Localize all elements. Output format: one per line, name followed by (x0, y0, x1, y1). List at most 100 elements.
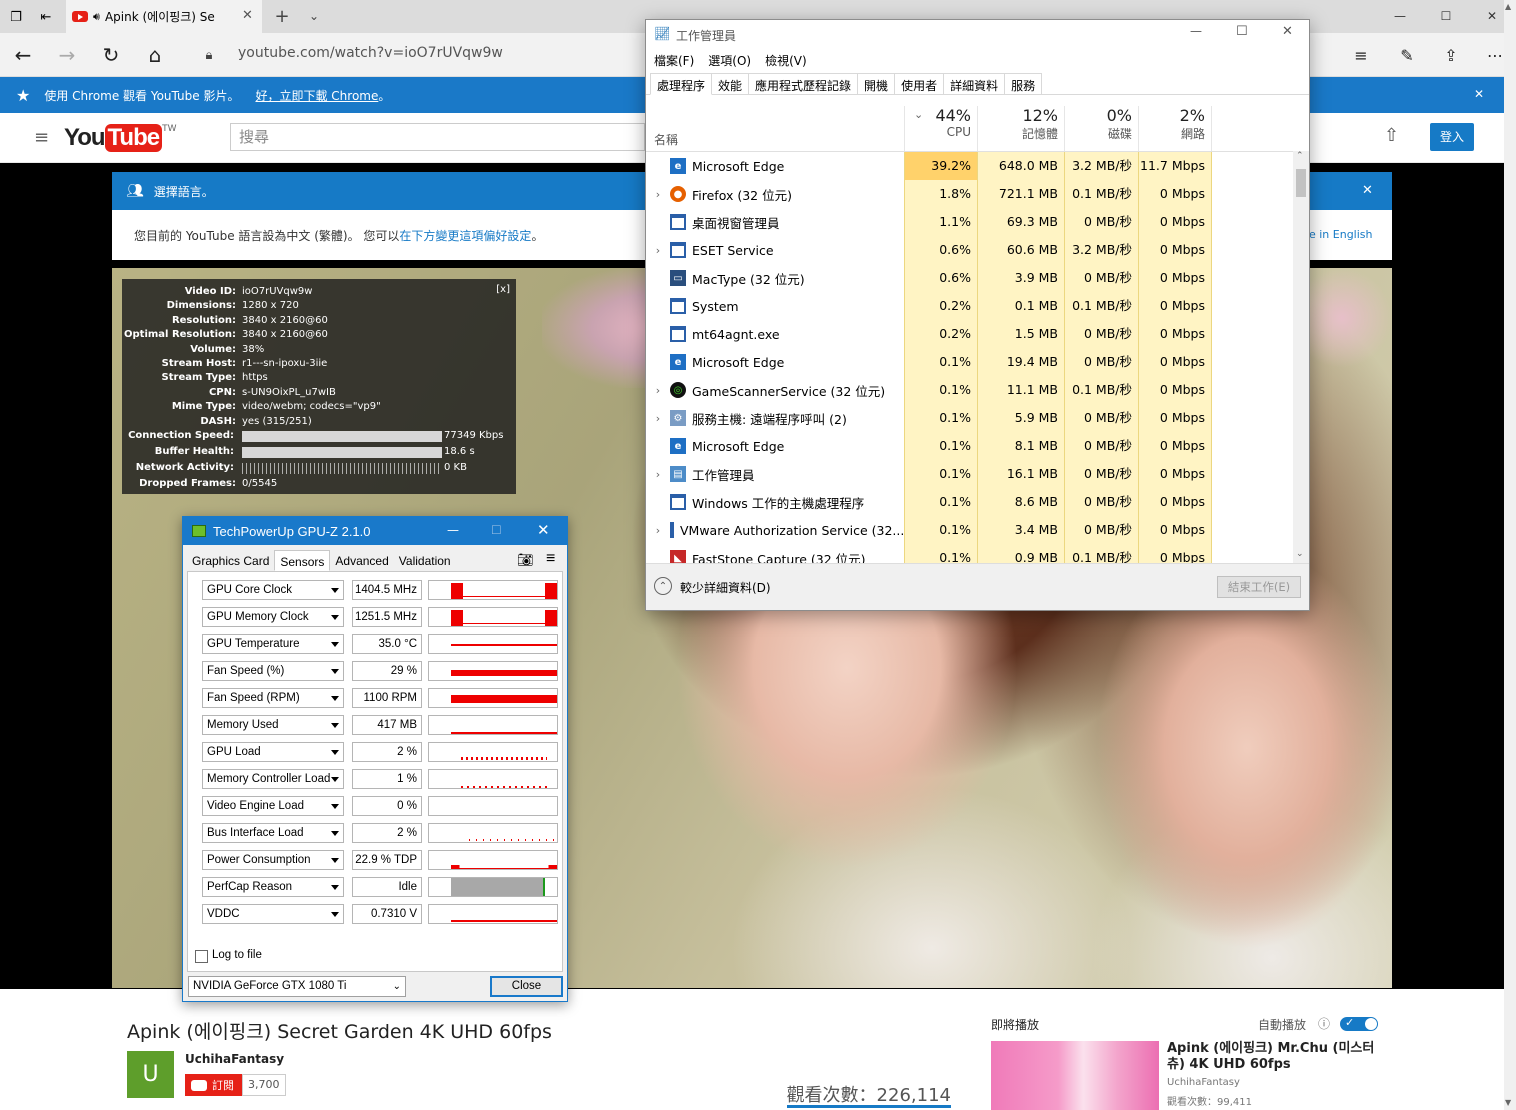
expand-chevron-icon[interactable]: › (646, 188, 670, 201)
tab-app-history[interactable]: 應用程式歷程記錄 (748, 73, 859, 94)
sensor-name-select[interactable]: GPU Temperature (202, 634, 344, 654)
process-row[interactable]: ▭ MacType (32 位元) 0.6% 3.9 MB 0 MB/秒 0 Mbps (646, 264, 1293, 292)
speaker-icon[interactable]: 🔊︎ (93, 10, 100, 24)
process-row[interactable]: e Microsoft Edge 0.1% 19.4 MB 0 MB/秒 0 Mbps (646, 348, 1293, 376)
subscribe-button[interactable]: 訂閱 (185, 1074, 242, 1096)
menu-options[interactable]: 選項(O) (708, 52, 751, 69)
close-window-icon[interactable]: ✕ (1482, 6, 1502, 26)
active-tab[interactable]: 🔊︎ Apink (에이핑크) Se ✕ (66, 0, 262, 33)
tab-services[interactable]: 服務 (1004, 73, 1043, 94)
tm-scroll-down-icon[interactable]: ⌄ (1296, 549, 1304, 559)
network-column-header[interactable]: 2% 網路 (1138, 106, 1212, 151)
gpuz-minimize-icon[interactable]: — (447, 523, 459, 537)
cpu-column-header[interactable]: 44% CPU (904, 106, 977, 151)
new-tab-icon[interactable]: + (272, 6, 292, 27)
sensor-name-select[interactable]: PerfCap Reason (202, 877, 344, 897)
hub-icon[interactable]: ≡ (1346, 40, 1376, 70)
sensor-name-select[interactable]: Memory Used (202, 715, 344, 735)
expand-chevron-icon[interactable]: › (646, 412, 670, 425)
set-aside-tabs-icon[interactable]: ⇤ (36, 7, 56, 27)
sensor-name-select[interactable]: Memory Controller Load (202, 769, 344, 789)
change-language-link[interactable]: 在下方變更這項偏好設定 (399, 227, 531, 244)
sensor-name-select[interactable]: GPU Load (202, 742, 344, 762)
process-row[interactable]: › ⚙ 服務主機: 遠端程序呼叫 (2) 0.1% 5.9 MB 0 MB/秒 0 Mbps (646, 404, 1293, 432)
log-to-file-checkbox[interactable] (195, 950, 208, 963)
share-icon[interactable]: ⇪ (1436, 40, 1466, 70)
sensor-name-select[interactable]: GPU Core Clock (202, 580, 344, 600)
youtube-logo[interactable]: You Tube TW (64, 124, 177, 152)
tm-scroll-up-icon[interactable]: ⌃ (1296, 151, 1304, 161)
sensor-name-select[interactable]: Power Consumption (202, 850, 344, 870)
expand-chevron-icon[interactable]: › (646, 384, 670, 397)
tm-scroll-thumb[interactable] (1296, 169, 1306, 197)
refresh-icon[interactable]: ↻ (96, 40, 126, 70)
close-button[interactable]: Close (490, 976, 563, 997)
expand-chevron-icon[interactable]: › (646, 244, 670, 257)
tm-scrollbar[interactable]: ⌃ ⌄ (1293, 151, 1309, 563)
menu-file[interactable]: 檔案(F) (654, 52, 694, 69)
tab-validation[interactable]: Validation (394, 550, 456, 571)
process-row[interactable]: System 0.2% 0.1 MB 0.1 MB/秒 0 Mbps (646, 292, 1293, 320)
channel-name[interactable]: UchihaFantasy (185, 1052, 284, 1066)
sensor-name-select[interactable]: Fan Speed (%) (202, 661, 344, 681)
home-icon[interactable]: ⌂ (140, 40, 170, 70)
sensor-name-select[interactable]: GPU Memory Clock (202, 607, 344, 627)
gpu-select[interactable]: NVIDIA GeForce GTX 1080 Ti ⌄ (188, 976, 406, 997)
close-stats-button[interactable]: [x] (496, 284, 510, 295)
next-video-thumbnail[interactable] (991, 1041, 1159, 1110)
sensor-name-select[interactable]: Fan Speed (RPM) (202, 688, 344, 708)
gpuz-close-icon[interactable]: ✕ (537, 521, 550, 539)
tab-sensors[interactable]: Sensors (274, 550, 331, 571)
upload-icon[interactable]: ⇧ (1384, 125, 1399, 146)
process-row[interactable]: e Microsoft Edge 0.1% 8.1 MB 0 MB/秒 0 Mbps (646, 432, 1293, 460)
tab-preview-chevron-icon[interactable]: ⌄ (304, 6, 324, 26)
back-icon[interactable]: ← (8, 40, 38, 70)
english-link[interactable]: ge in English (1302, 228, 1373, 241)
signin-button[interactable]: 登入 (1430, 123, 1474, 151)
process-row[interactable]: e Microsoft Edge 39.2% 648.0 MB 3.2 MB/秒 11.7… (646, 152, 1293, 180)
sensor-name-select[interactable]: Bus Interface Load (202, 823, 344, 843)
close-tab-icon[interactable]: ✕ (242, 8, 253, 23)
forward-icon[interactable]: → (52, 40, 82, 70)
process-row[interactable]: Windows 工作的主機處理程序 0.1% 8.6 MB 0 MB/秒 0 Mbps (646, 488, 1293, 516)
page-scrollbar[interactable]: ▲ ▼ (1504, 0, 1516, 1110)
tab-graphics-card[interactable]: Graphics Card (187, 550, 274, 571)
tab-details[interactable]: 詳細資料 (943, 73, 1006, 94)
process-row[interactable]: › ESET Service 0.6% 60.6 MB 3.2 MB/秒 0 Mbps (646, 236, 1293, 264)
autoplay-toggle[interactable]: ✓ (1340, 1016, 1378, 1031)
expand-chevron-icon[interactable]: › (646, 468, 670, 481)
tab-manager-icon[interactable]: ❐ (6, 7, 26, 27)
sensor-name-select[interactable]: Video Engine Load (202, 796, 344, 816)
tab-users[interactable]: 使用者 (894, 73, 945, 94)
fewer-details-link[interactable]: 較少詳細資料(D) (680, 579, 771, 596)
close-language-icon[interactable]: ✕ (1362, 183, 1373, 198)
tm-close-icon[interactable]: ✕ (1282, 24, 1293, 39)
download-chrome-link[interactable]: 好，立即下載 Chrome (255, 87, 378, 104)
expand-chevron-icon[interactable]: › (646, 524, 670, 537)
web-note-icon[interactable]: ✎ (1392, 40, 1422, 70)
tab-performance[interactable]: 效能 (711, 73, 750, 94)
process-row[interactable]: › VMware Authorization Service (32... 0.1%… (646, 516, 1293, 544)
end-task-button[interactable]: 結束工作(E) (1217, 576, 1301, 598)
address-field[interactable]: youtube.com/watch?v=ioO7rUVqw9w (238, 45, 503, 61)
scroll-up-icon[interactable]: ▲ (1505, 2, 1511, 11)
process-row[interactable]: mt64agnt.exe 0.2% 1.5 MB 0 MB/秒 0 Mbps (646, 320, 1293, 348)
process-row[interactable]: › ● Firefox (32 位元) 1.8% 721.1 MB 0.1 MB/秒 0 M… (646, 180, 1293, 208)
guide-menu-icon[interactable]: ≡ (34, 127, 49, 148)
gpuz-menu-icon[interactable]: ≡ (546, 550, 555, 568)
info-icon[interactable]: ⓘ (1318, 1015, 1330, 1032)
process-row[interactable]: › ▤ 工作管理員 0.1% 16.1 MB 0 MB/秒 0 Mbps (646, 460, 1293, 488)
minimize-icon[interactable]: — (1390, 6, 1410, 26)
process-row[interactable]: 桌面視窗管理員 1.1% 69.3 MB 0 MB/秒 0 Mbps (646, 208, 1293, 236)
fewer-details-icon[interactable]: ⌃ (654, 577, 672, 595)
channel-avatar[interactable]: U (127, 1051, 174, 1098)
tm-maximize-icon[interactable]: ☐ (1236, 24, 1248, 39)
maximize-icon[interactable]: ☐ (1436, 6, 1456, 26)
next-video-title[interactable]: Apink (에이핑크) Mr.Chu (미스터츄) 4K UHD 60fps (1167, 1041, 1387, 1073)
tab-processes[interactable]: 處理程序 (650, 73, 713, 95)
disk-column-header[interactable]: 0% 磁碟 (1064, 106, 1138, 151)
name-column-header[interactable]: 名稱 (654, 131, 678, 148)
tab-startup[interactable]: 開機 (857, 73, 896, 94)
search-input[interactable]: 搜尋 (230, 123, 645, 151)
camera-icon[interactable]: 📷︎ (517, 552, 534, 568)
